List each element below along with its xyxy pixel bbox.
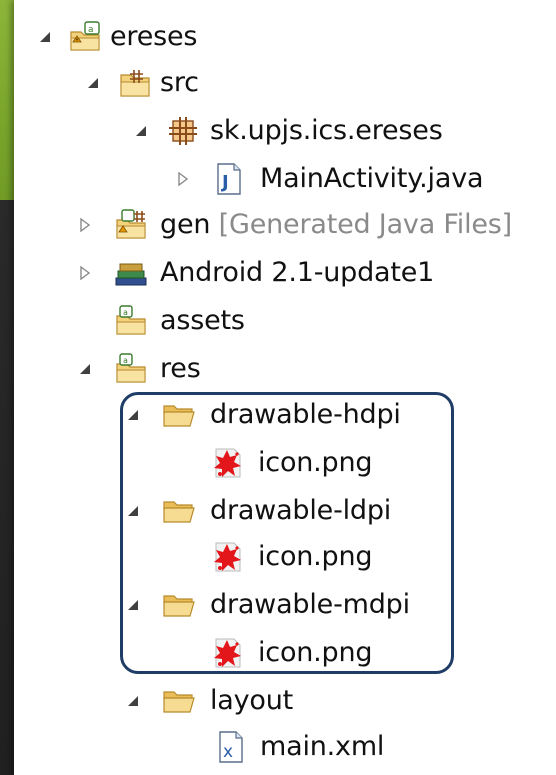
tree-item-label: res <box>160 353 201 384</box>
svg-text:a: a <box>123 356 128 365</box>
expanded-arrow-icon[interactable] <box>84 74 102 92</box>
folder-icon: a <box>114 352 148 386</box>
expanded-arrow-icon[interactable] <box>124 692 142 710</box>
png-image-icon <box>210 636 244 670</box>
svg-text:x: x <box>223 742 233 762</box>
tree-item-package[interactable]: sk.upjs.ics.ereses <box>14 108 534 154</box>
collapsed-arrow-icon[interactable] <box>76 264 94 282</box>
generated-files-decoration: [Generated Java Files] <box>218 209 513 240</box>
collapsed-arrow-icon[interactable] <box>174 170 192 188</box>
expanded-arrow-icon[interactable] <box>132 122 150 140</box>
tree-item-label: icon.png <box>258 447 373 478</box>
collapsed-arrow-icon[interactable] <box>76 216 94 234</box>
tree-item-drawable-hdpi[interactable]: drawable-hdpi <box>14 392 534 438</box>
tree-item-label: drawable-ldpi <box>210 495 392 526</box>
tree-item-src[interactable]: src <box>14 60 534 106</box>
expanded-arrow-icon[interactable] <box>124 596 142 614</box>
tree-item-ereses[interactable]: a ereses <box>14 14 534 60</box>
tree-item-label: drawable-mdpi <box>210 589 410 620</box>
package-icon <box>166 114 200 148</box>
tree-item-label: src <box>160 67 199 98</box>
tree-item-label: ereses <box>110 21 198 52</box>
xml-file-icon: x <box>214 730 248 764</box>
tree-item-assets[interactable]: a assets <box>14 298 534 344</box>
svg-text:J: J <box>220 172 229 193</box>
tree-item-label: drawable-hdpi <box>210 399 401 430</box>
tree-item-res[interactable]: a res <box>14 346 534 392</box>
tree-item-label: Android 2.1-update1 <box>160 257 435 288</box>
tree-item-android-library[interactable]: Android 2.1-update1 <box>14 250 534 296</box>
tree-item-label: assets <box>160 305 245 336</box>
tree-item-drawable-ldpi[interactable]: drawable-ldpi <box>14 488 534 534</box>
svg-text:a: a <box>88 25 94 35</box>
tree-item-mainactivity[interactable]: J MainActivity.java <box>14 156 534 202</box>
library-icon <box>114 256 148 290</box>
package-explorer-panel: a ereses src sk.upjs.ics.ereses J MainAc… <box>14 0 556 775</box>
folder-icon: a <box>114 304 148 338</box>
tree-item-icon-png[interactable]: icon.png <box>14 534 534 580</box>
tree-item-label: MainActivity.java <box>260 163 484 194</box>
tree-item-layout[interactable]: layout <box>14 678 534 724</box>
android-project-icon: a <box>68 20 102 54</box>
tree-item-drawable-mdpi[interactable]: drawable-mdpi <box>14 582 534 628</box>
expanded-arrow-icon[interactable] <box>76 360 94 378</box>
expanded-arrow-icon[interactable] <box>124 406 142 424</box>
tree-item-icon-png[interactable]: icon.png <box>14 630 534 676</box>
open-folder-icon <box>162 398 196 432</box>
expanded-arrow-icon[interactable] <box>36 28 54 46</box>
tree-item-label: main.xml <box>260 731 385 762</box>
svg-text:a: a <box>123 308 128 317</box>
png-image-icon <box>210 540 244 574</box>
tree-item-icon-png[interactable]: icon.png <box>14 440 534 486</box>
tree-item-label: layout <box>210 685 294 716</box>
source-folder-icon <box>118 66 152 100</box>
tree-item-label: sk.upjs.ics.ereses <box>210 115 443 146</box>
tree-item-label: gen [Generated Java Files] <box>160 209 513 240</box>
java-file-icon: J <box>212 162 246 196</box>
open-folder-icon <box>162 494 196 528</box>
tree-item-gen[interactable]: gen [Generated Java Files] <box>14 202 534 248</box>
png-image-icon <box>210 446 244 480</box>
tree-item-label: icon.png <box>258 637 373 668</box>
expanded-arrow-icon[interactable] <box>124 502 142 520</box>
tree-item-main-xml[interactable]: x main.xml <box>14 724 534 770</box>
open-folder-icon <box>162 684 196 718</box>
open-folder-icon <box>162 588 196 622</box>
tree-item-label: icon.png <box>258 541 373 572</box>
gen-folder-icon <box>114 208 148 242</box>
